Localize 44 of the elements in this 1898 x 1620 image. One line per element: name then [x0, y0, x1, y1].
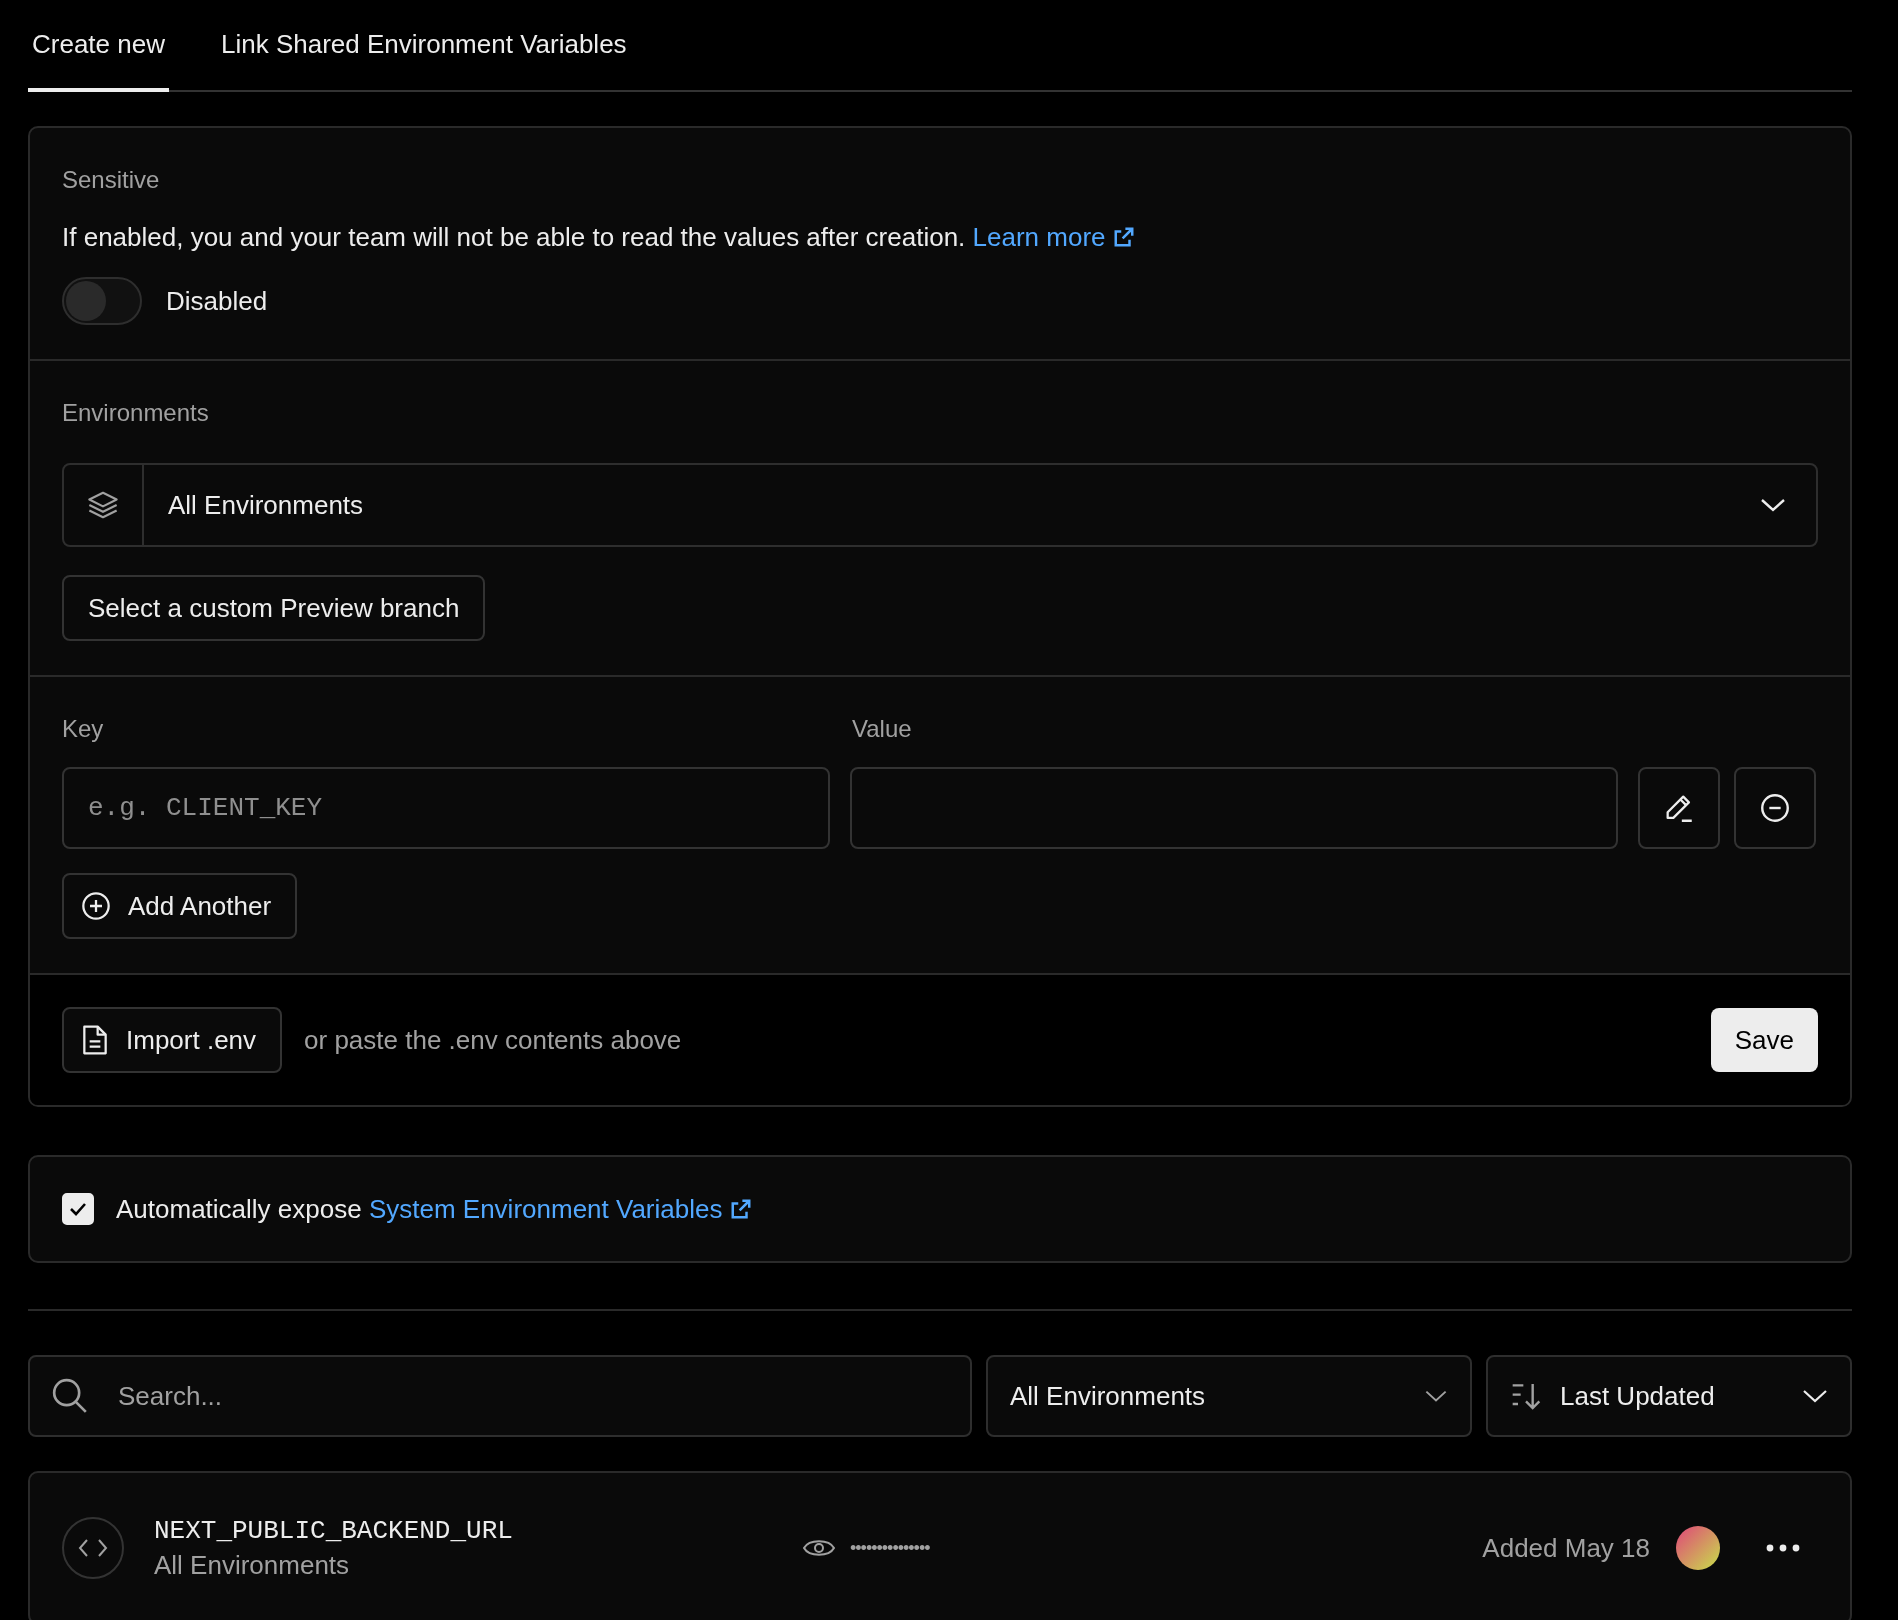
variable-environment: All Environments: [154, 1549, 351, 1581]
toggle-label: Disabled: [166, 285, 268, 317]
value-input[interactable]: [850, 767, 1618, 849]
checkbox[interactable]: [62, 1193, 94, 1225]
section-label: Environments: [62, 399, 210, 427]
chevron-down-icon: [1424, 1389, 1448, 1403]
import-hint: or paste the .env contents above: [304, 1024, 683, 1056]
minus-circle-icon: [1758, 791, 1792, 825]
added-date: Added May 18: [1482, 1532, 1650, 1564]
chevron-down-icon: [1760, 497, 1786, 513]
masked-value: •••••••••••••••: [850, 1537, 931, 1559]
plus-circle-icon: [80, 890, 112, 922]
environment-select[interactable]: All Environments: [62, 463, 1818, 547]
sort-select[interactable]: Last Updated: [1486, 1355, 1852, 1437]
key-label: Key: [62, 715, 105, 743]
checkmark-icon: [68, 1201, 88, 1217]
edit-button[interactable]: [1638, 767, 1720, 849]
import-env-button[interactable]: Import .env: [62, 1007, 283, 1073]
more-icon[interactable]: [1766, 1544, 1800, 1552]
remove-button[interactable]: [1734, 767, 1816, 849]
tab[interactable]: Link Shared Environment Variables: [216, 0, 631, 92]
add-another-button[interactable]: Add Another: [62, 873, 298, 939]
external-link-icon: [1112, 226, 1135, 248]
environment-filter[interactable]: All Environments: [986, 1355, 1472, 1437]
toggle-switch[interactable]: [62, 277, 142, 325]
avatar: [1676, 1526, 1720, 1570]
tab[interactable]: Create new: [28, 0, 169, 92]
system-variables-link[interactable]: System Environment Variables: [368, 1193, 752, 1224]
sort-icon: [1510, 1381, 1542, 1411]
file-icon: [80, 1024, 110, 1056]
code-icon: [77, 1537, 109, 1559]
description-text: If enabled, you and your team will not be able to read the values after creation. Learn more: [62, 222, 1818, 253]
preview-branch-button[interactable]: Select a custom Preview branch: [62, 575, 486, 641]
save-button[interactable]: Save: [1710, 1008, 1818, 1072]
expose-text: Automatically expose System Environment Variables: [116, 1193, 752, 1225]
external-link-icon: [729, 1197, 752, 1220]
section-label: Sensitive: [62, 166, 161, 194]
learn-more-link[interactable]: Learn more: [972, 222, 1135, 252]
chevron-down-icon: [1802, 1388, 1828, 1404]
key-input[interactable]: e.g. CLIENT_KEY: [62, 767, 830, 849]
variable-name: NEXT_PUBLIC_BACKEND_URL: [154, 1515, 514, 1546]
layers-icon: [86, 490, 120, 520]
value-label: Value: [852, 715, 912, 743]
search-field[interactable]: Search...: [28, 1355, 972, 1437]
